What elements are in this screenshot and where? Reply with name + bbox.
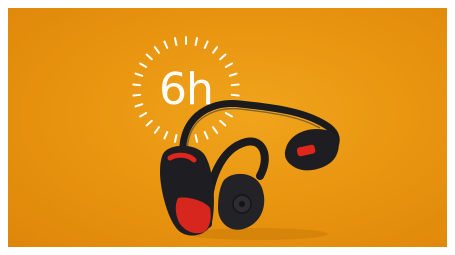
dial-tick: [134, 72, 144, 77]
dial-tick: [224, 112, 233, 118]
dial-tick: [230, 93, 240, 97]
transducer-pad: [218, 173, 265, 230]
product-hero-banner: 6h: [8, 8, 447, 247]
dial-tick: [145, 119, 153, 127]
dial-tick: [203, 131, 209, 140]
dial-tick: [194, 37, 199, 47]
right-earpiece: [284, 128, 339, 171]
battery-hours-label: 6h: [159, 64, 214, 115]
dial-tick: [132, 83, 142, 87]
dial-tick: [145, 53, 153, 61]
left-earpiece: [160, 145, 214, 236]
dial-tick: [173, 133, 178, 143]
dial-tick: [212, 46, 219, 54]
dial-tick: [230, 83, 240, 87]
hero-scene: [132, 36, 340, 240]
dial-tick: [132, 93, 142, 97]
dial-tick: [163, 40, 169, 49]
dial-tick: [212, 126, 219, 134]
dial-tick: [134, 103, 144, 108]
dial-tick: [219, 53, 227, 61]
dial-tick: [228, 72, 238, 77]
bone-conduction-headphones-image: [160, 100, 340, 236]
dial-tick: [173, 37, 178, 47]
dial-tick: [219, 119, 227, 127]
dial-tick: [153, 126, 160, 134]
dial-tick: [203, 40, 209, 49]
dial-tick: [224, 62, 233, 68]
dial-tick: [153, 46, 160, 54]
floor-shadow: [188, 228, 328, 240]
dial-tick: [194, 133, 199, 143]
dial-tick: [163, 131, 169, 140]
